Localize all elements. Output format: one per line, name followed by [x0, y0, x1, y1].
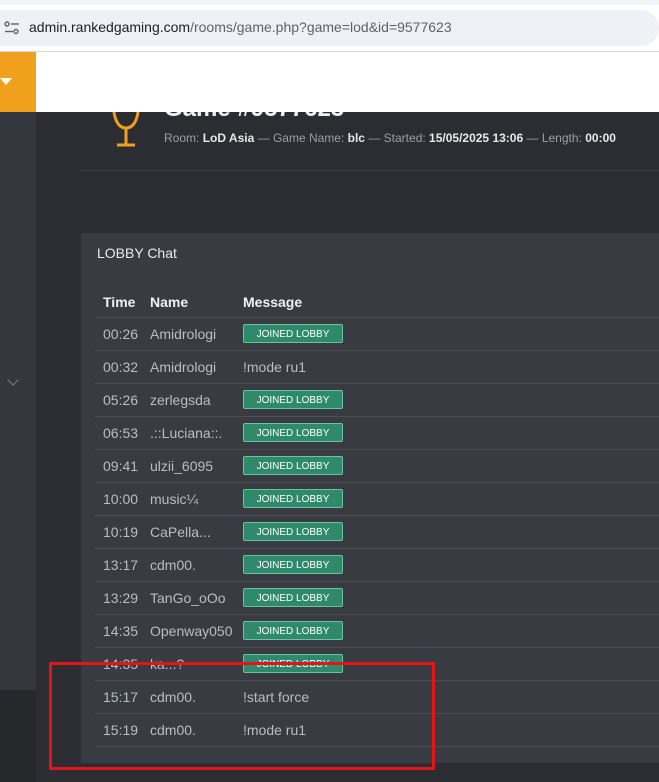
column-header-time: Time — [95, 287, 142, 318]
chat-time: 05:26 — [95, 383, 142, 417]
highlight-annotation — [49, 662, 435, 770]
table-row: 00:32 Amidrologi !mode ru1 — [95, 350, 659, 384]
chat-time: 10:19 — [95, 515, 142, 549]
header-overlap — [36, 52, 659, 112]
table-row: 00:26 Amidrologi JOINED LOBBY — [95, 317, 659, 351]
table-row: 06:53 .::Luciana::. JOINED LOBBY — [95, 416, 659, 450]
chat-player-name: music¼ — [142, 482, 235, 516]
chat-time: 14:35 — [95, 614, 142, 648]
chat-message: JOINED LOBBY — [235, 548, 659, 582]
length-value: 00:00 — [585, 131, 616, 145]
chat-time: 10:00 — [95, 482, 142, 516]
sidebar-footer — [0, 690, 36, 782]
chat-player-name: .::Luciana::. — [142, 416, 235, 450]
chat-player-name: TanGo_oOo — [142, 581, 235, 615]
joined-lobby-badge: JOINED LOBBY — [243, 588, 343, 607]
table-row: 13:17 cdm00. JOINED LOBBY — [95, 548, 659, 582]
sidebar — [0, 112, 36, 690]
joined-lobby-badge: JOINED LOBBY — [243, 489, 343, 508]
joined-lobby-badge: JOINED LOBBY — [243, 621, 343, 640]
chat-message: JOINED LOBBY — [235, 515, 659, 549]
site-settings-icon[interactable] — [4, 21, 20, 35]
chat-message: JOINED LOBBY — [235, 317, 659, 351]
browser-tab-strip — [0, 0, 659, 5]
chat-time: 06:53 — [95, 416, 142, 450]
chat-player-name: ulzii_6095 — [142, 449, 235, 483]
chat-player-name: CaPella... — [142, 515, 235, 549]
chat-message: JOINED LOBBY — [235, 482, 659, 516]
url-path: /rooms/game.php?game=lod&id=9577623 — [190, 19, 452, 35]
game-meta: Room: LoD Asia — Game Name: blc — Starte… — [164, 131, 616, 145]
table-row: 10:19 CaPella... JOINED LOBBY — [95, 515, 659, 549]
chat-player-name: Amidrologi — [142, 350, 235, 384]
chat-time: 13:17 — [95, 548, 142, 582]
chat-player-name: cdm00. — [142, 548, 235, 582]
chat-message: JOINED LOBBY — [235, 614, 659, 648]
browser-address-bar: admin.rankedgaming.com/rooms/game.php?ga… — [0, 0, 659, 52]
chat-message: JOINED LOBBY — [235, 416, 659, 450]
panel-title: LOBBY Chat — [97, 245, 177, 261]
joined-lobby-badge: JOINED LOBBY — [243, 522, 343, 541]
url-field[interactable]: admin.rankedgaming.com/rooms/game.php?ga… — [0, 10, 659, 46]
table-row: 14:35 Openway050 JOINED LOBBY — [95, 614, 659, 648]
column-header-message: Message — [235, 287, 659, 318]
url-host: admin.rankedgaming.com — [29, 19, 191, 35]
joined-lobby-badge: JOINED LOBBY — [243, 423, 343, 442]
chat-time: 13:29 — [95, 581, 142, 615]
joined-lobby-badge: JOINED LOBBY — [243, 456, 343, 475]
joined-lobby-badge: JOINED LOBBY — [243, 390, 343, 409]
brand-dropdown-button[interactable] — [0, 52, 36, 112]
chat-message: !mode ru1 — [235, 350, 659, 384]
chat-player-name: zerlegsda — [142, 383, 235, 417]
url-text[interactable]: admin.rankedgaming.com/rooms/game.php?ga… — [29, 19, 452, 35]
chat-player-name: Amidrologi — [142, 317, 235, 351]
game-name-value: blc — [347, 131, 365, 145]
chevron-down-icon[interactable] — [7, 374, 19, 386]
table-row: 05:26 zerlegsda JOINED LOBBY — [95, 383, 659, 417]
room-value: LoD Asia — [202, 131, 255, 145]
chat-message: JOINED LOBBY — [235, 383, 659, 417]
table-row: 13:29 TanGo_oOo JOINED LOBBY — [95, 581, 659, 615]
chat-player-name: Openway050 — [142, 614, 235, 648]
table-header-row: Time Name Message — [95, 287, 659, 318]
chat-time: 09:41 — [95, 449, 142, 483]
joined-lobby-badge: JOINED LOBBY — [243, 555, 343, 574]
chat-time: 00:32 — [95, 350, 142, 384]
chat-time: 00:26 — [95, 317, 142, 351]
started-value: 15/05/2025 13:06 — [429, 131, 524, 145]
caret-down-icon — [0, 78, 12, 85]
joined-lobby-badge: JOINED LOBBY — [243, 324, 343, 343]
chat-message: JOINED LOBBY — [235, 449, 659, 483]
column-header-name: Name — [142, 287, 235, 318]
table-row: 09:41 ulzii_6095 JOINED LOBBY — [95, 449, 659, 483]
chat-message: JOINED LOBBY — [235, 581, 659, 615]
table-row: 10:00 music¼ JOINED LOBBY — [95, 482, 659, 516]
